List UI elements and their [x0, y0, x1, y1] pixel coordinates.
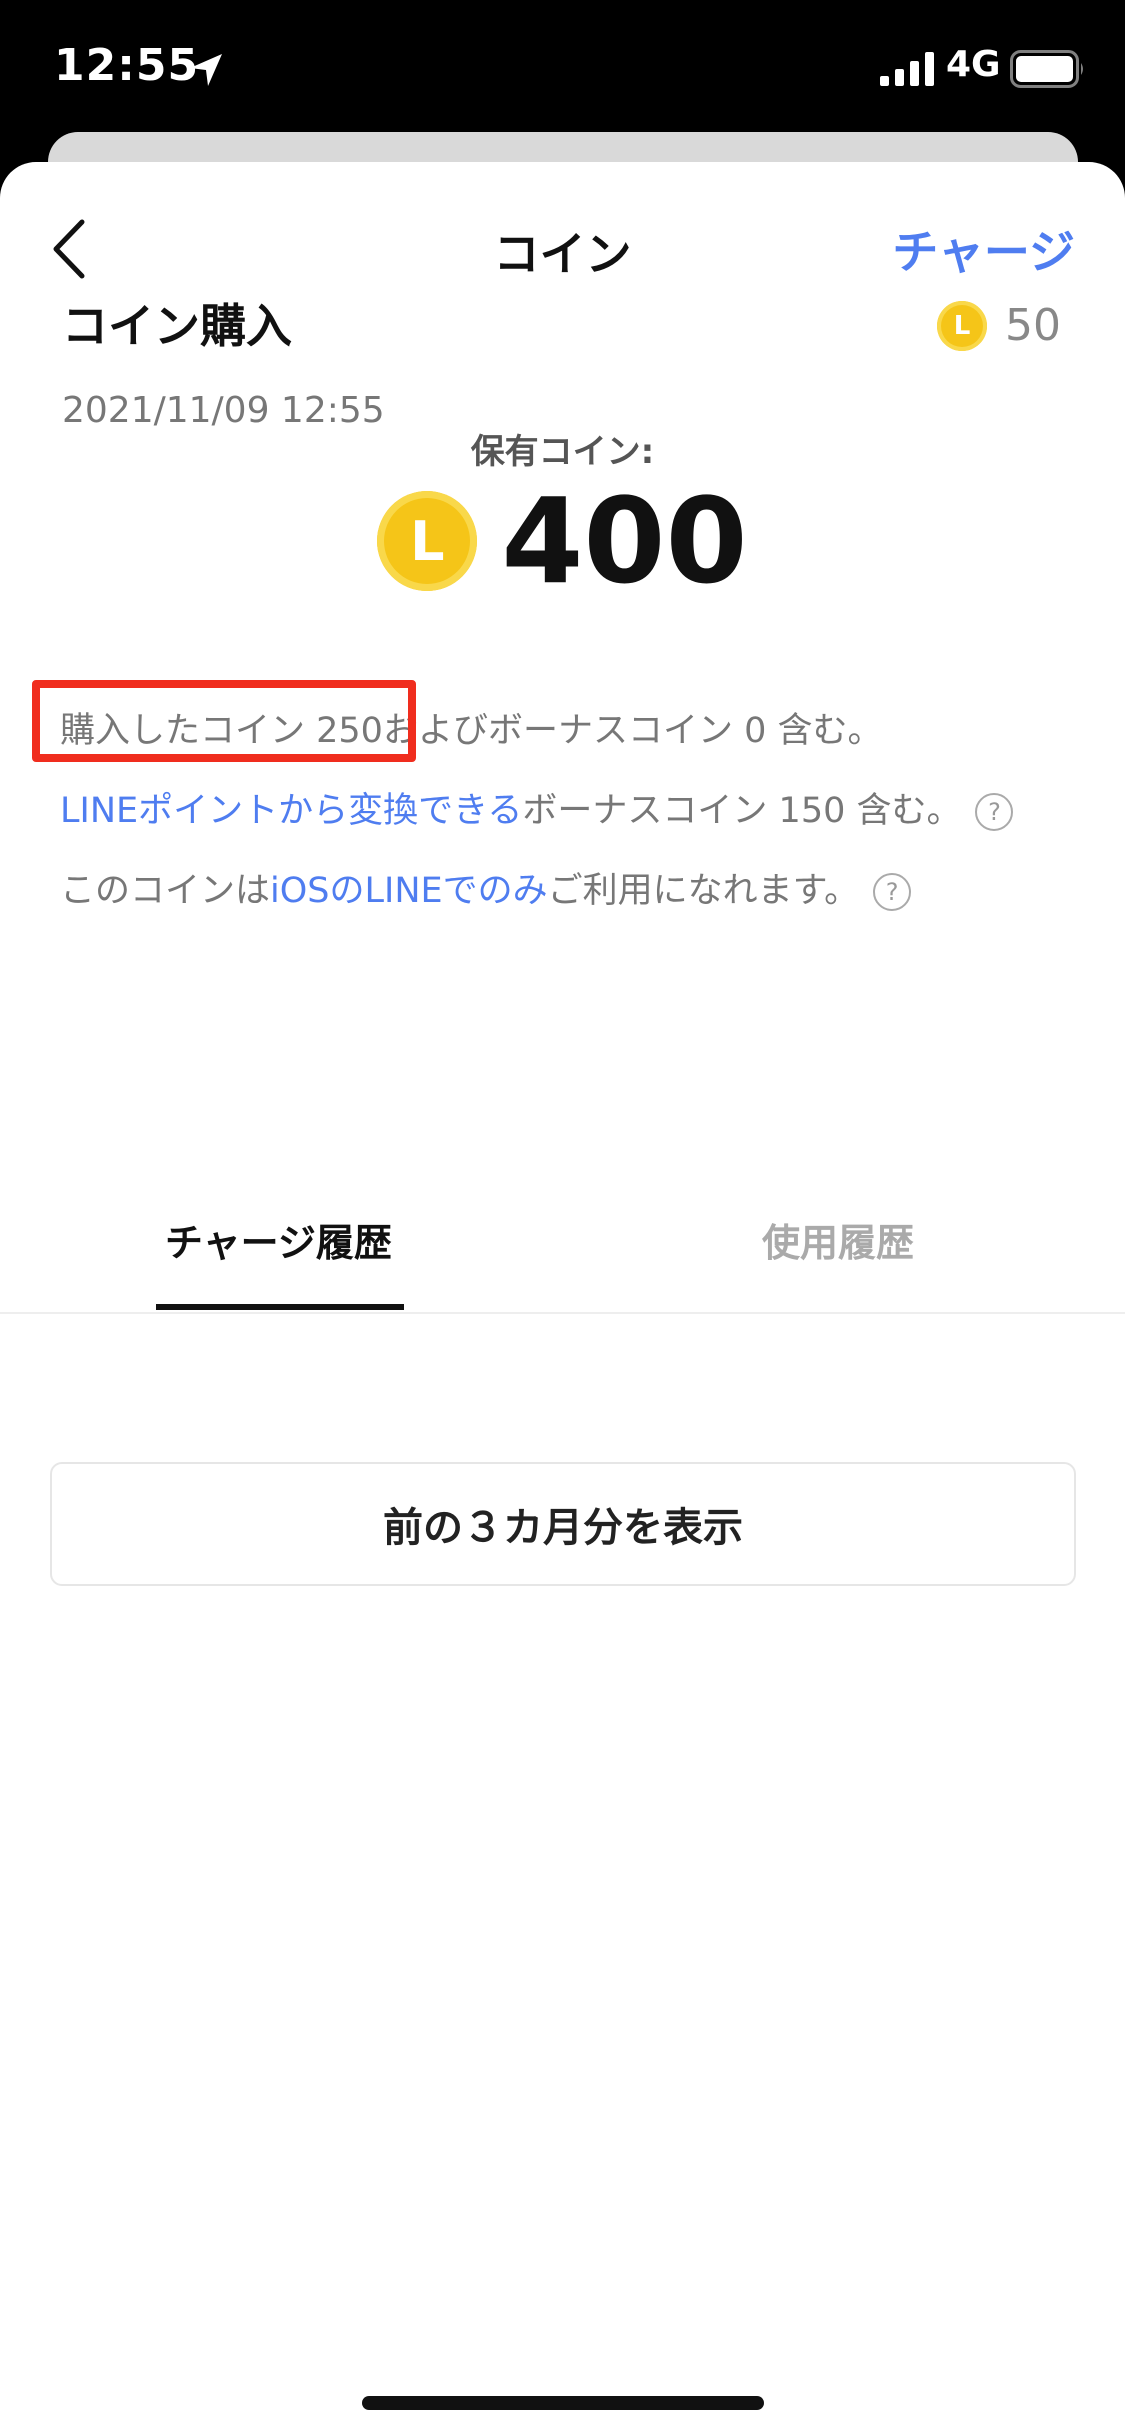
- bonus-coins-text: およびボーナスコイン 0 含む。: [382, 711, 883, 751]
- history-item-amount-value: 50: [1005, 300, 1061, 351]
- active-tab-indicator: [156, 1304, 404, 1310]
- line-points-link[interactable]: LINEポイントから変換できる: [60, 791, 522, 831]
- line-coin-icon: L: [377, 491, 478, 591]
- help-icon[interactable]: ?: [975, 793, 1014, 831]
- tab-charge-history[interactable]: チャージ履歴: [165, 1212, 392, 1267]
- status-time: 12:55: [54, 40, 200, 91]
- line-points-info: LINEポイントから変換できるボーナスコイン 150 含む。?: [60, 782, 1014, 833]
- charge-button[interactable]: チャージ: [892, 216, 1075, 282]
- battery-icon: [1010, 50, 1083, 88]
- history-item-amount: L 50: [937, 300, 1061, 351]
- home-indicator[interactable]: [362, 2396, 764, 2410]
- balance-value: 400: [501, 472, 748, 610]
- history-tabs: チャージ履歴 使用履歴: [0, 1192, 1125, 1314]
- help-icon[interactable]: ?: [873, 873, 912, 911]
- coin-sheet: コイン チャージ 保有コイン: L 400 購入したコイン 250およびボーナス…: [0, 162, 1125, 2436]
- ios-only-prefix: このコインは: [60, 871, 271, 911]
- highlight-annotation-box: [32, 680, 416, 762]
- balance-label: 保有コイン:: [470, 432, 655, 472]
- line-points-rest: ボーナスコイン 150 含む。: [522, 791, 962, 831]
- show-previous-months-button[interactable]: 前の３カ月分を表示: [50, 1462, 1076, 1586]
- status-bar: 12:55 4G: [0, 0, 1125, 135]
- balance-row: L 400: [0, 482, 1125, 600]
- tab-usage-history[interactable]: 使用履歴: [762, 1212, 914, 1267]
- history-item-date: 2021/11/09 12:55: [62, 390, 385, 431]
- screen: 12:55 4G コイン チャージ 保有コイン: L 400 購入したコイン 2…: [0, 0, 1125, 2436]
- location-arrow-icon: [190, 54, 222, 86]
- ios-only-info: このコインはiOSのLINEでのみご利用になれます。?: [60, 862, 912, 913]
- history-item-title: コイン購入: [62, 299, 292, 353]
- ios-line-link[interactable]: iOSのLINEでのみ: [270, 871, 548, 911]
- network-label: 4G: [946, 44, 1001, 85]
- ios-only-rest: ご利用になれます。: [547, 871, 860, 911]
- cellular-signal-icon: [880, 52, 934, 86]
- line-coin-icon: L: [937, 300, 987, 351]
